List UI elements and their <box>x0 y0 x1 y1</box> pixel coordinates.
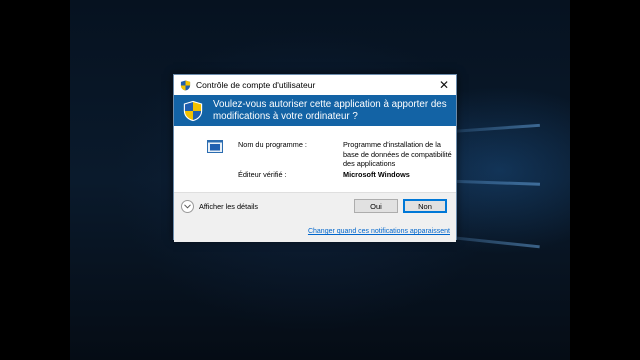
show-details-label: Afficher les détails <box>199 202 259 211</box>
program-name-value: Programme d'installation de la base de d… <box>343 140 452 168</box>
yes-button[interactable]: Oui <box>354 199 398 213</box>
publisher-value: Microsoft Windows <box>343 170 410 179</box>
question-banner: Voulez-vous autoriser cette application … <box>174 95 456 126</box>
banner-question: Voulez-vous autoriser cette application … <box>213 98 447 122</box>
close-button[interactable]: ✕ <box>432 75 456 95</box>
no-button[interactable]: Non <box>403 199 447 213</box>
notification-settings-link[interactable]: Changer quand ces notifications apparais… <box>308 228 450 235</box>
publisher-label: Éditeur vérifié : <box>238 170 287 179</box>
desktop-screen: Contrôle de compte d'utilisateur ✕ Voule… <box>0 0 640 360</box>
close-icon: ✕ <box>438 78 450 92</box>
uac-dialog: Contrôle de compte d'utilisateur ✕ Voule… <box>173 74 457 242</box>
program-name-label: Nom du programme : <box>238 140 307 149</box>
chevron-down-icon <box>181 200 194 213</box>
uac-shield-icon <box>180 79 191 91</box>
dialog-footer: Afficher les détails Oui Non Changer qua… <box>174 192 456 242</box>
uac-shield-icon <box>183 100 203 121</box>
program-details: Nom du programme : Programme d'installat… <box>174 126 456 192</box>
show-details-toggle[interactable]: Afficher les détails <box>181 200 258 213</box>
program-icon <box>207 140 223 153</box>
dialog-title: Contrôle de compte d'utilisateur <box>196 80 316 90</box>
dialog-titlebar: Contrôle de compte d'utilisateur ✕ <box>174 75 456 95</box>
